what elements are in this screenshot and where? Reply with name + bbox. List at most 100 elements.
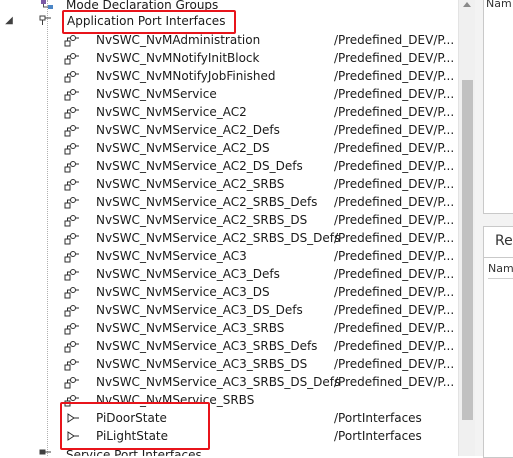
scroll-up-arrow-icon[interactable] — [463, 2, 471, 7]
tree-item[interactable]: NvSWC_NvMService_AC3_SRBS/Predefined_DEV… — [0, 319, 458, 337]
client-server-interface-icon — [62, 105, 79, 119]
tree-item-path: /Predefined_DEV/P... — [334, 87, 455, 101]
mode-declaration-icon — [40, 0, 56, 12]
tree-item-label: NvSWC_NvMService_AC2_Defs — [96, 123, 280, 137]
tree-item-path: /Predefined_DEV/P... — [334, 267, 455, 281]
tree-item-path: /Predefined_DEV/P... — [334, 123, 455, 137]
tree-item-path: /Predefined_DEV/P... — [334, 339, 455, 353]
tree-item[interactable]: NvSWC_NvMService_AC2_DS/Predefined_DEV/P… — [0, 139, 458, 157]
tree-item-label: NvSWC_NvMService_AC2_SRBS_DS_Defs — [96, 231, 341, 245]
client-server-interface-icon — [62, 267, 79, 281]
tree-item-path: /Predefined_DEV/P... — [334, 321, 455, 335]
client-server-interface-icon — [62, 357, 79, 371]
tree-item-label: NvSWC_NvMService_AC3_SRBS — [96, 321, 285, 335]
panel-tab[interactable]: Re — [483, 226, 513, 258]
tree-item-path: /Predefined_DEV/P... — [334, 195, 455, 209]
tree-item[interactable]: NvSWC_NvMService_AC3/Predefined_DEV/P... — [0, 247, 458, 265]
tree-item-path: /Predefined_DEV/P... — [334, 141, 455, 155]
tree-item-label: NvSWC_NvMService_AC3 — [96, 249, 247, 263]
client-server-interface-icon — [62, 123, 79, 137]
tree-item-label: NvSWC_NvMService_AC2 — [96, 105, 247, 119]
tree-item-path: /PortInterfaces — [334, 411, 422, 425]
tree-item-label: NvSWC_NvMService_AC3_DS — [96, 285, 270, 299]
tree-item-label: NvSWC_NvMService_AC2_SRBS_DS — [96, 213, 308, 227]
tree-vertical-scrollbar[interactable] — [458, 0, 475, 456]
tree-item-label: NvSWC_NvMService_AC2_SRBS_Defs — [96, 195, 318, 209]
scrollbar-thumb[interactable] — [462, 80, 473, 420]
tree-item-path: /Predefined_DEV/P... — [334, 69, 455, 83]
client-server-interface-icon — [62, 393, 79, 407]
client-server-interface-icon — [62, 33, 79, 47]
tree-item[interactable]: NvSWC_NvMService_AC3_SRBS_Defs/Predefine… — [0, 337, 458, 355]
tree-item[interactable]: NvSWC_NvMService_AC2_DS_Defs/Predefined_… — [0, 157, 458, 175]
tree-item[interactable]: NvSWC_NvMNotifyInitBlock/Predefined_DEV/… — [0, 49, 458, 67]
tree-item-label: PiDoorState — [96, 411, 167, 425]
tree-item[interactable]: NvSWC_NvMService_AC2_Defs/Predefined_DEV… — [0, 121, 458, 139]
tree-item-path: /Predefined_DEV/P... — [334, 33, 455, 47]
properties-panel-bottom: Nam — [483, 258, 513, 458]
client-server-interface-icon — [62, 213, 79, 227]
tree-item[interactable]: NvSWC_NvMService_AC3_SRBS_DS/Predefined_… — [0, 355, 458, 373]
column-header[interactable]: Nam — [488, 262, 513, 279]
properties-panel-top: Nam — [483, 0, 513, 214]
tree-item[interactable]: NvSWC_NvMService/Predefined_DEV/P... — [0, 85, 458, 103]
client-server-interface-icon — [62, 285, 79, 299]
folder-tree-icon — [38, 14, 54, 28]
tree-item-path: /Predefined_DEV/P... — [334, 285, 455, 299]
tree-item[interactable]: NvSWC_NvMAdministration/Predefined_DEV/P… — [0, 31, 458, 49]
client-server-interface-icon — [62, 321, 79, 335]
tree-item-label: NvSWC_NvMService_AC2_SRBS — [96, 177, 285, 191]
tree-item-label: NvSWC_NvMService_AC3_SRBS_DS — [96, 357, 308, 371]
tree-item-label: NvSWC_NvMAdministration — [96, 33, 261, 47]
tree-item-path: /Predefined_DEV/P... — [334, 213, 455, 227]
client-server-interface-icon — [62, 375, 79, 389]
tree-item-path: /Predefined_DEV/P... — [334, 231, 455, 245]
tree-item[interactable]: NvSWC_NvMService_AC2_SRBS_DS/Predefined_… — [0, 211, 458, 229]
client-server-interface-icon — [62, 339, 79, 353]
tree-item[interactable]: PiLightState/PortInterfaces — [0, 427, 458, 445]
tree-node-application-port-interfaces[interactable]: ◢ Application Port Interfaces — [0, 12, 458, 30]
tree-item-label: NvSWC_NvMService_AC2_DS — [96, 141, 270, 155]
tree-item[interactable]: NvSWC_NvMService_SRBS — [0, 391, 458, 409]
tree-item-label: NvSWC_NvMService_AC3_SRBS_DS_Defs — [96, 375, 341, 389]
tree-item[interactable]: NvSWC_NvMService_AC3_Defs/Predefined_DEV… — [0, 265, 458, 283]
tree-item[interactable]: NvSWC_NvMService_AC2_SRBS_Defs/Predefine… — [0, 193, 458, 211]
tree-item[interactable]: NvSWC_NvMService_AC2/Predefined_DEV/P... — [0, 103, 458, 121]
client-server-interface-icon — [62, 249, 79, 263]
tree-item-label: NvSWC_NvMNotifyJobFinished — [96, 69, 276, 83]
tree-item-label: NvSWC_NvMService_AC3_DS_Defs — [96, 303, 303, 317]
sender-receiver-interface-icon — [62, 429, 79, 443]
panel-tab-label: Re — [495, 233, 513, 249]
right-properties-pane: Nam Re Nam — [475, 0, 513, 458]
tree-item-label: NvSWC_NvMNotifyInitBlock — [96, 51, 260, 65]
tree-item[interactable]: NvSWC_NvMNotifyJobFinished/Predefined_DE… — [0, 67, 458, 85]
tree-node-label: Application Port Interfaces — [67, 14, 226, 28]
tree-item-label: NvSWC_NvMService — [96, 87, 217, 101]
tree-item[interactable]: NvSWC_NvMService_AC3_SRBS_DS_Defs/Predef… — [0, 373, 458, 391]
tree-node-service-port-interfaces[interactable]: Service Port Interfaces — [0, 446, 458, 456]
client-server-interface-icon — [62, 231, 79, 245]
port-interfaces-tree[interactable]: Mode Declaration Groups ◢ Application Po… — [0, 0, 458, 456]
tree-item[interactable]: NvSWC_NvMService_AC3_DS/Predefined_DEV/P… — [0, 283, 458, 301]
tree-item[interactable]: NvSWC_NvMService_AC2_SRBS_DS_Defs/Predef… — [0, 229, 458, 247]
tree-item-path: /Predefined_DEV/P... — [334, 375, 455, 389]
tree-item-path: /Predefined_DEV/P... — [334, 303, 455, 317]
tree-item-path: /Predefined_DEV/P... — [334, 51, 455, 65]
tree-item-path: /Predefined_DEV/P... — [334, 105, 455, 119]
client-server-interface-icon — [62, 51, 79, 65]
tree-item-label: NvSWC_NvMService_AC3_Defs — [96, 267, 280, 281]
tree-item[interactable]: NvSWC_NvMService_AC3_DS_Defs/Predefined_… — [0, 301, 458, 319]
column-header[interactable]: Nam — [486, 0, 512, 10]
client-server-interface-icon — [62, 87, 79, 101]
tree-item-label: NvSWC_NvMService_SRBS — [96, 393, 255, 407]
tree-item-label: NvSWC_NvMService_AC3_SRBS_Defs — [96, 339, 318, 353]
tree-item-label: PiLightState — [96, 429, 169, 443]
tree-item-label: NvSWC_NvMService_AC2_DS_Defs — [96, 159, 303, 173]
tree-item-path: /Predefined_DEV/P... — [334, 159, 455, 173]
client-server-interface-icon — [62, 69, 79, 83]
collapse-chevron-icon[interactable]: ◢ — [4, 16, 14, 26]
tree-item[interactable]: PiDoorState/PortInterfaces — [0, 409, 458, 427]
client-server-interface-icon — [62, 177, 79, 191]
tree-node-label: Service Port Interfaces — [66, 448, 202, 456]
tree-item[interactable]: NvSWC_NvMService_AC2_SRBS/Predefined_DEV… — [0, 175, 458, 193]
